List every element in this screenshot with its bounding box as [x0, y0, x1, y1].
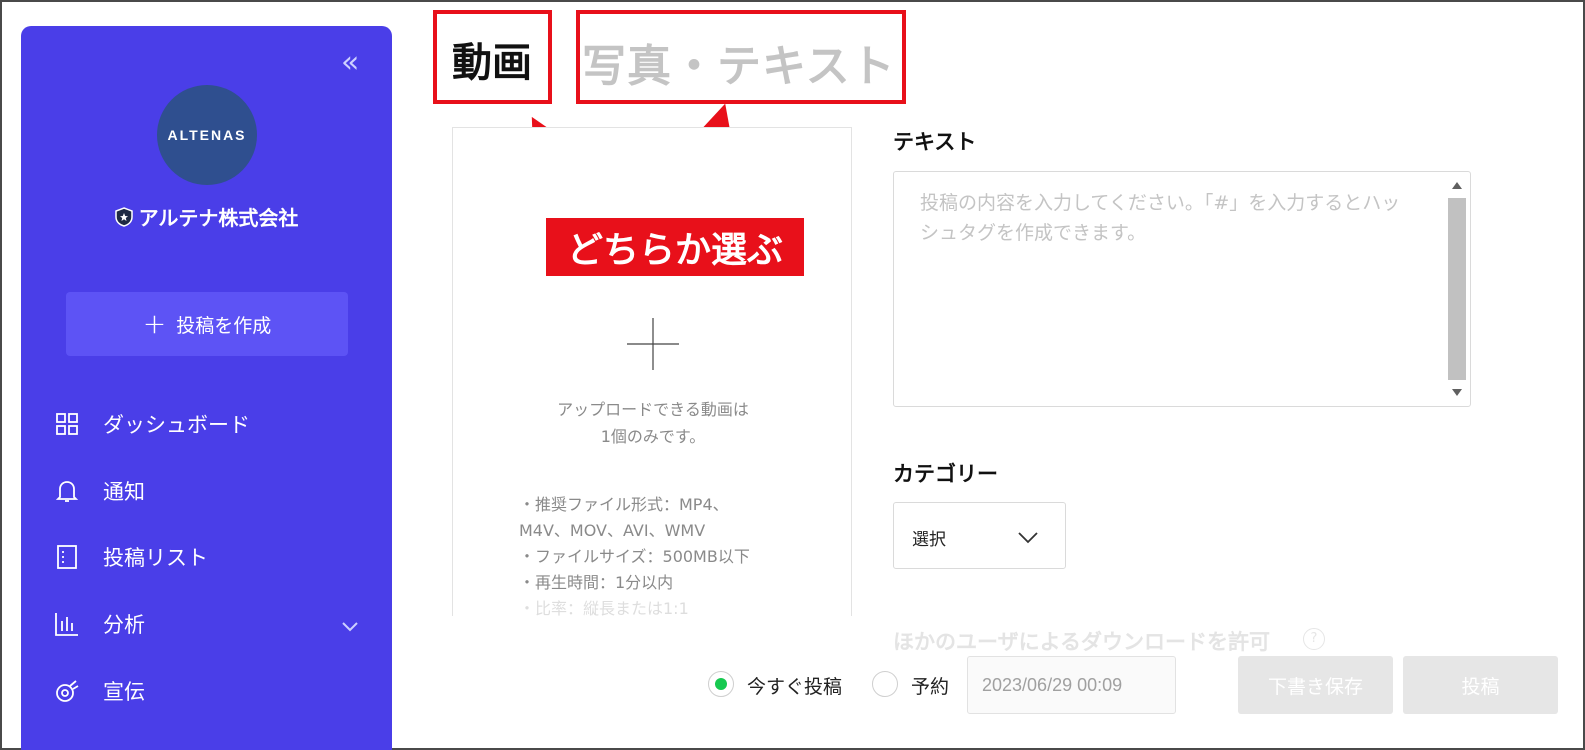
- requirement-item: ・ファイルサイズ：500MB以下: [519, 547, 750, 566]
- verified-shield-icon: [114, 206, 133, 227]
- bar-chart-icon: [53, 610, 81, 638]
- upload-plus-icon: [627, 318, 679, 370]
- dashboard-grid-icon: [53, 410, 81, 438]
- scrollbar-thumb[interactable]: [1448, 198, 1466, 380]
- annotation-box-video: [433, 10, 552, 104]
- sidebar-item-dashboard[interactable]: ダッシュボード: [53, 404, 363, 444]
- video-upload-area[interactable]: アップロードできる動画は1個のみです。 ・推奨ファイル形式：MP4、M4V、MO…: [452, 127, 852, 618]
- sidebar: « ALTENAS アルテナ株式会社 + 投稿を作成 ダッシュボード 通知 投稿…: [21, 26, 392, 750]
- textarea-scrollbar[interactable]: [1446, 176, 1468, 402]
- category-label: カテゴリー: [893, 462, 998, 486]
- post-list-icon: [53, 543, 81, 571]
- sidebar-item-label: 投稿リスト: [103, 546, 208, 570]
- requirement-item: ・再生時間：1分以内: [519, 573, 674, 592]
- chevron-down-icon: [1018, 532, 1038, 544]
- company-name-row: アルテナ株式会社: [21, 202, 392, 231]
- create-post-button[interactable]: + 投稿を作成: [66, 292, 348, 356]
- help-icon[interactable]: ?: [1303, 628, 1325, 650]
- schedule-label: 予約: [911, 676, 950, 698]
- company-logo: ALTENAS: [157, 85, 257, 185]
- schedule-datetime-input[interactable]: 2023/06/29 00:09: [967, 656, 1176, 714]
- sidebar-item-analytics[interactable]: 分析: [53, 604, 363, 644]
- text-label: テキスト: [893, 130, 977, 154]
- bell-icon: [53, 477, 81, 505]
- scroll-down-icon[interactable]: [1452, 389, 1462, 396]
- promotion-icon: [53, 677, 81, 705]
- post-now-radio[interactable]: [708, 671, 734, 697]
- sidebar-item-label: 分析: [103, 613, 145, 637]
- category-select-value: 選択: [912, 530, 946, 550]
- post-now-label: 今すぐ投稿: [747, 676, 843, 698]
- company-name: アルテナ株式会社: [138, 206, 299, 230]
- create-post-label: 投稿を作成: [176, 314, 272, 337]
- annotation-box-photo-text: [576, 10, 906, 104]
- annotation-callout: どちらか選ぶ: [546, 218, 804, 276]
- sidebar-item-label: ダッシュボード: [103, 413, 250, 437]
- category-select[interactable]: 選択: [893, 502, 1066, 569]
- upload-limit-text: アップロードできる動画は1個のみです。: [557, 400, 749, 446]
- schedule-radio[interactable]: [872, 671, 898, 697]
- sidebar-item-label: 宣伝: [103, 680, 145, 704]
- post-text-input[interactable]: 投稿の内容を入力してください。「#」を入力するとハッシュタグを作成できます。: [893, 171, 1471, 407]
- sidebar-item-label: 通知: [103, 480, 145, 504]
- post-text-placeholder: 投稿の内容を入力してください。「#」を入力するとハッシュタグを作成できます。: [920, 192, 1401, 244]
- plus-icon: +: [142, 307, 167, 340]
- allow-download-label: ほかのユーザによるダウンロードを許可: [893, 630, 1270, 654]
- requirement-item: ・推奨ファイル形式：MP4、M4V、MOV、AVI、WMV: [519, 495, 729, 540]
- requirement-item: ・比率：縦長または1:1: [519, 599, 689, 618]
- save-draft-button[interactable]: 下書き保存: [1238, 656, 1393, 714]
- collapse-sidebar-icon[interactable]: «: [341, 48, 359, 78]
- sidebar-item-post-list[interactable]: 投稿リスト: [53, 537, 363, 577]
- sidebar-item-notifications[interactable]: 通知: [53, 471, 363, 511]
- upload-requirements: ・推奨ファイル形式：MP4、M4V、MOV、AVI、WMV ・ファイルサイズ：5…: [519, 492, 765, 622]
- sidebar-item-promotion[interactable]: 宣伝: [53, 671, 363, 711]
- post-button[interactable]: 投稿: [1403, 656, 1558, 714]
- scroll-up-icon[interactable]: [1452, 182, 1462, 189]
- chevron-down-icon[interactable]: [341, 614, 359, 638]
